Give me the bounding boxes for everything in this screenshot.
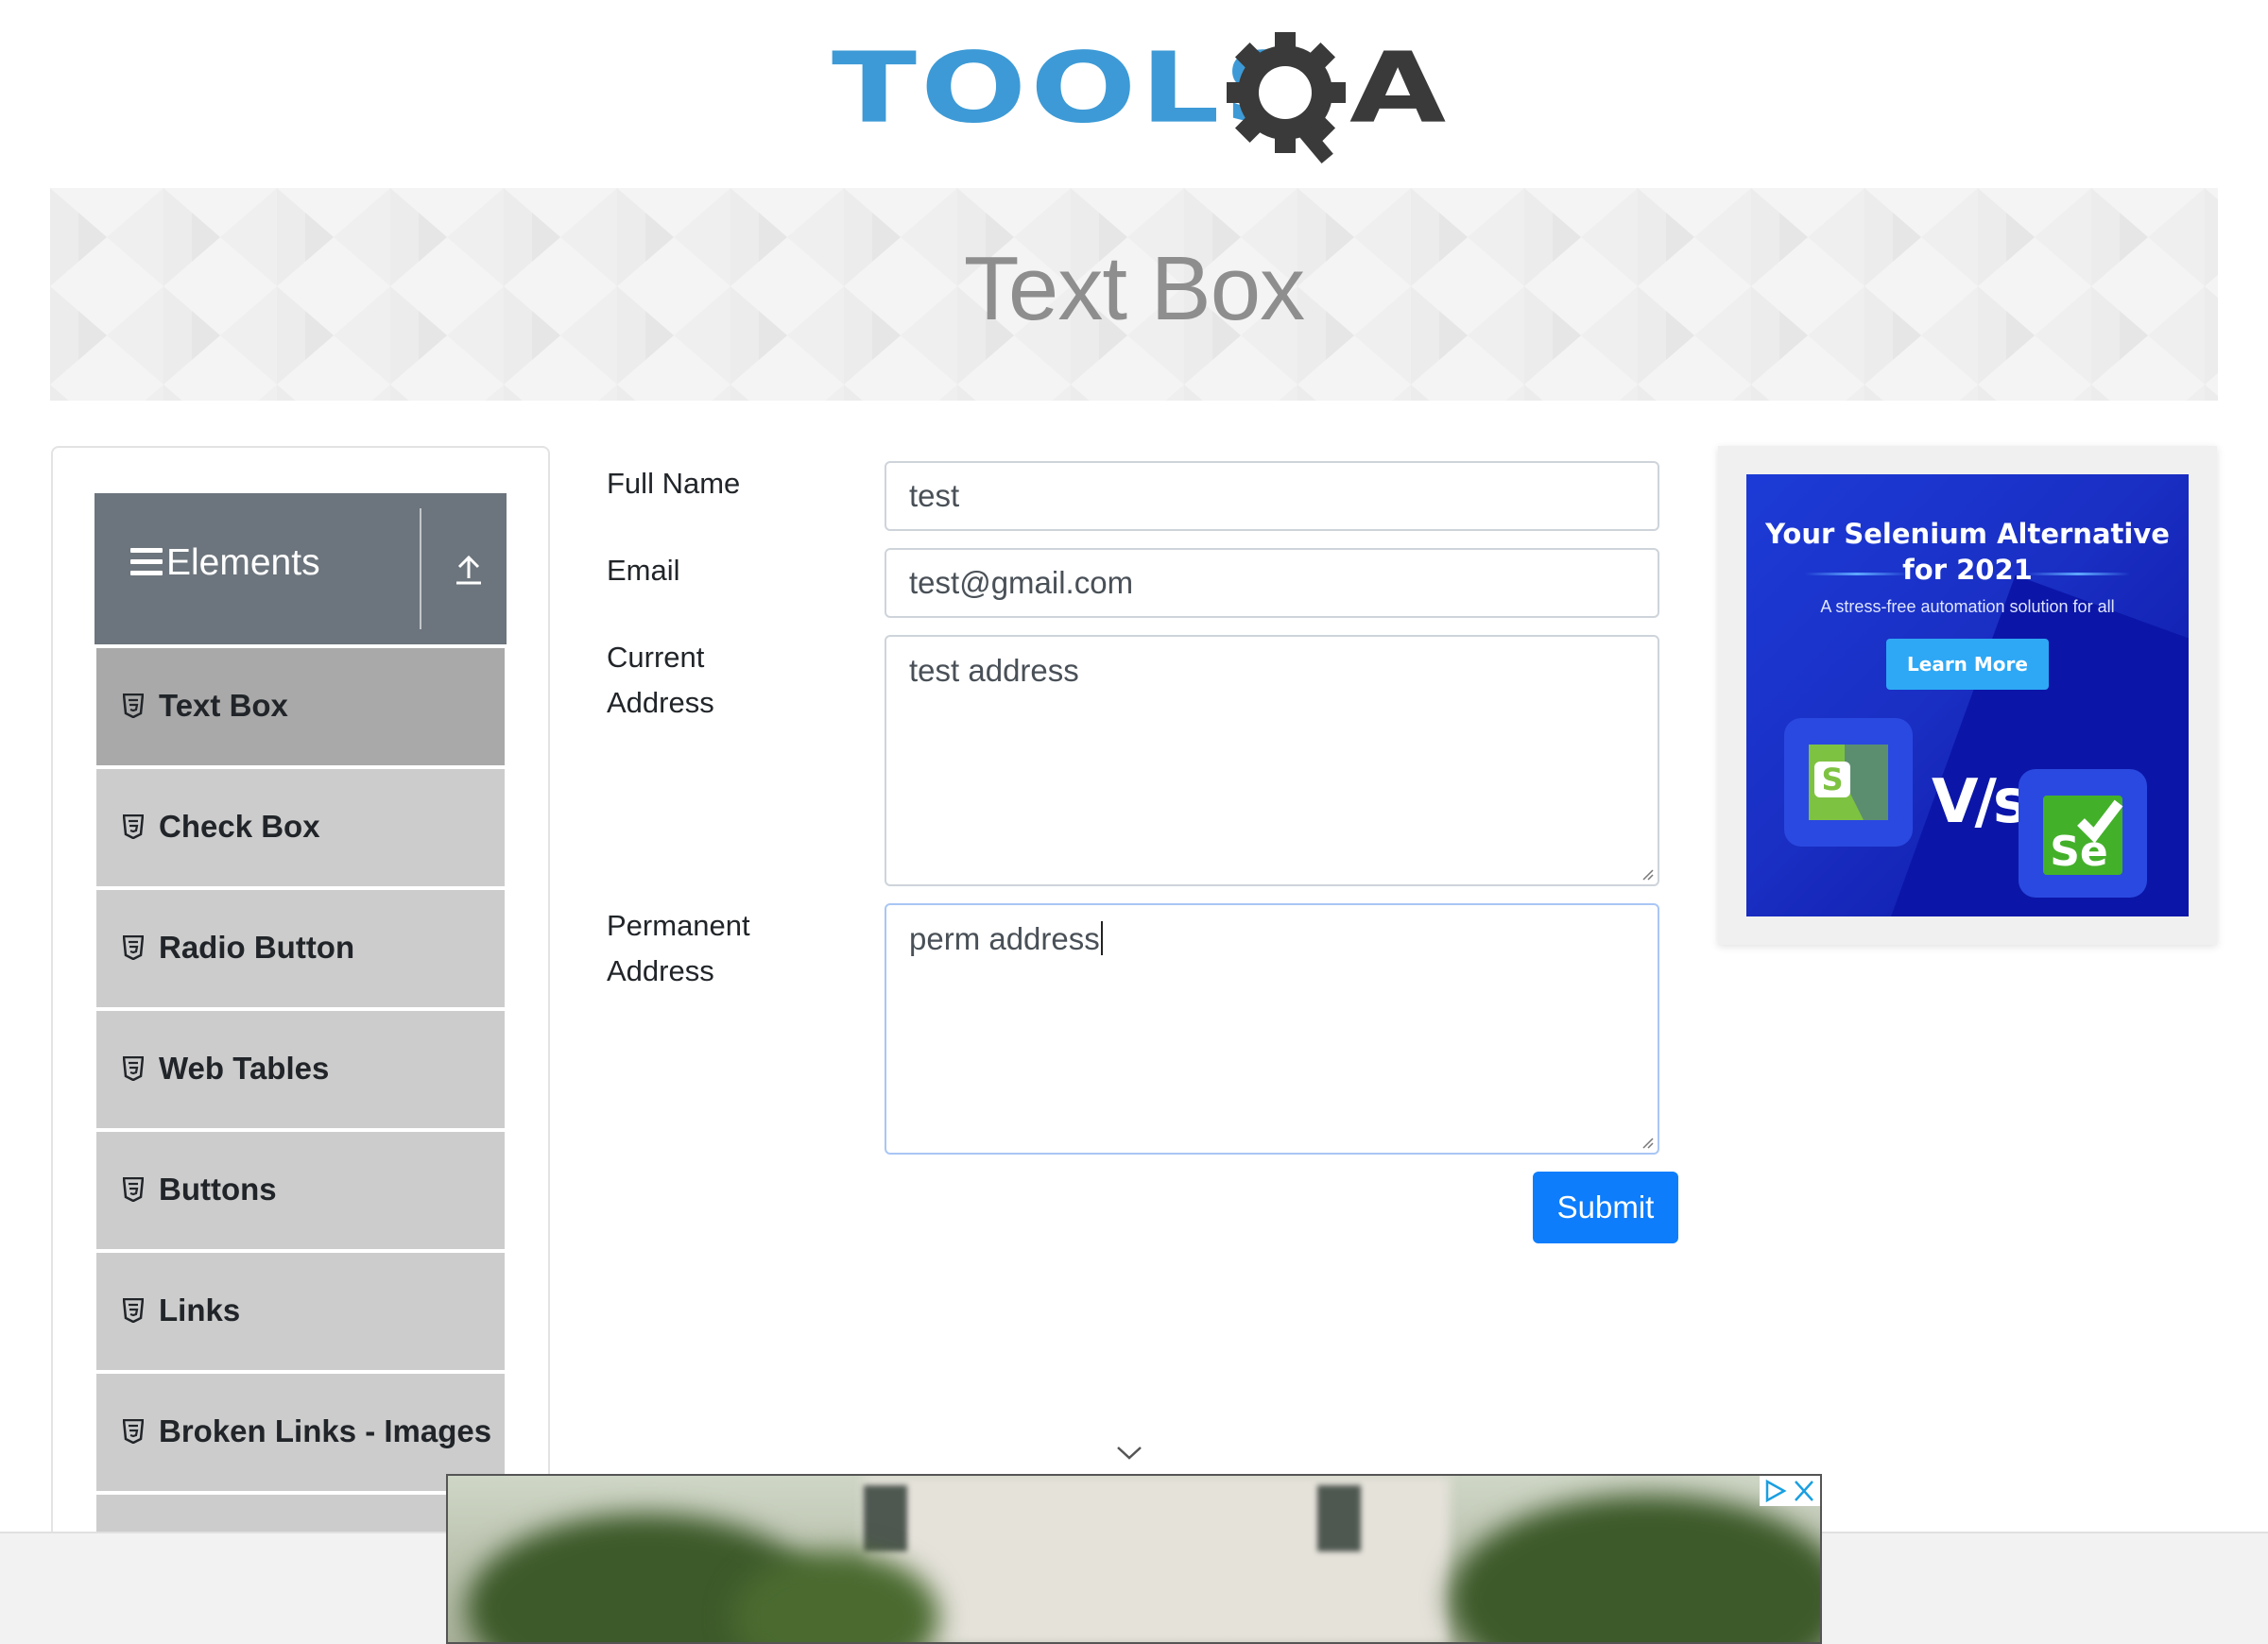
bottom-ad-banner[interactable] bbox=[446, 1474, 1822, 1644]
sidebar-item-web-tables[interactable]: Web Tables bbox=[96, 1011, 505, 1128]
html5-shield-icon bbox=[123, 694, 144, 718]
ad-logo-right-text: Se bbox=[2050, 828, 2108, 876]
ad-vs-text: V/s bbox=[1932, 767, 2029, 837]
html5-shield-icon bbox=[123, 1177, 144, 1202]
email-label: Email bbox=[607, 554, 680, 587]
resize-grip-icon[interactable] bbox=[1639, 1134, 1654, 1149]
full-name-input[interactable]: test bbox=[885, 461, 1659, 531]
sidebar-item-label: Links bbox=[159, 1293, 241, 1327]
current-address-label-line2: Address bbox=[607, 686, 714, 719]
sidebar-item-label: Radio Button bbox=[159, 930, 355, 965]
current-address-textarea[interactable]: test address bbox=[885, 635, 1659, 886]
permanent-address-label-line1: Permanent bbox=[607, 909, 750, 942]
sidebar-item-broken-links-images[interactable]: Broken Links - Images bbox=[96, 1374, 505, 1491]
ad-choices[interactable] bbox=[1760, 1476, 1820, 1506]
chevron-down-icon[interactable] bbox=[1115, 1444, 1143, 1463]
group-divider bbox=[420, 508, 421, 629]
katalon-icon: S bbox=[1809, 745, 1888, 820]
page-title: Text Box bbox=[963, 238, 1305, 339]
sidebar-item-check-box[interactable]: Check Box bbox=[96, 769, 505, 886]
selenium-logo: Se bbox=[2019, 769, 2147, 898]
logo-text-a: A bbox=[1349, 31, 1447, 146]
submit-button[interactable]: Submit bbox=[1533, 1172, 1678, 1243]
permanent-address-label-line2: Address bbox=[607, 954, 714, 987]
text-caret bbox=[1100, 921, 1103, 955]
sidebar-item-label: Check Box bbox=[159, 809, 320, 844]
sidebar-group-title: Elements bbox=[166, 542, 320, 583]
html5-shield-icon bbox=[123, 814, 144, 839]
toolsqa-logo[interactable]: TOOLS A bbox=[832, 28, 1446, 170]
sidebar-item-buttons[interactable]: Buttons bbox=[96, 1132, 505, 1249]
sidebar-item-label: Buttons bbox=[159, 1172, 277, 1207]
html5-shield-icon bbox=[123, 1298, 144, 1323]
ad-subtext: A stress-free automation solution for al… bbox=[1820, 597, 2115, 616]
selenium-icon: Se bbox=[2043, 796, 2123, 876]
ad-headline-line1: Your Selenium Alternative bbox=[1765, 518, 2170, 550]
sidebar-item-label: Broken Links - Images bbox=[159, 1413, 492, 1448]
sidebar-item-label: Web Tables bbox=[159, 1051, 330, 1086]
side-ad[interactable]: Your Selenium Alternative for 2021 A str… bbox=[1746, 474, 2189, 916]
permanent-address-textarea[interactable]: perm address bbox=[885, 903, 1659, 1155]
sidebar-item-radio-button[interactable]: Radio Button bbox=[96, 890, 505, 1007]
current-address-value: test address bbox=[909, 653, 1079, 688]
html5-shield-icon bbox=[123, 1056, 144, 1081]
ad-headline: Your Selenium Alternative for 2021 bbox=[1746, 516, 2189, 588]
ad-image-plant bbox=[1450, 1495, 1820, 1642]
katalon-logo: S bbox=[1784, 718, 1913, 847]
side-ad-frame: Your Selenium Alternative for 2021 A str… bbox=[1718, 446, 2217, 945]
sidebar-item-links[interactable]: Links bbox=[96, 1253, 505, 1370]
current-address-label-line1: Current bbox=[607, 641, 705, 674]
sidebar: Elements Text Box Check Box Radio Button bbox=[51, 446, 550, 1644]
email-input[interactable]: test@gmail.com bbox=[885, 548, 1659, 618]
html5-shield-icon bbox=[123, 935, 144, 960]
permanent-address-value: perm address bbox=[909, 921, 1100, 956]
upload-arrow-icon[interactable] bbox=[455, 554, 483, 586]
resize-grip-icon[interactable] bbox=[1639, 865, 1654, 881]
ad-logo-left-text: S bbox=[1821, 762, 1843, 797]
full-name-label: Full Name bbox=[607, 467, 741, 500]
learn-more-button[interactable]: Learn More bbox=[1886, 639, 2049, 690]
html5-shield-icon bbox=[123, 1419, 144, 1444]
ad-image-house bbox=[864, 1476, 1450, 1642]
ad-decor-line bbox=[1805, 573, 1909, 575]
ad-image-window bbox=[1317, 1485, 1361, 1551]
page-banner: Text Box bbox=[50, 188, 2218, 401]
ad-decor-line bbox=[2026, 573, 2130, 575]
sidebar-group-elements[interactable]: Elements bbox=[94, 493, 507, 644]
sidebar-item-text-box[interactable]: Text Box bbox=[96, 648, 505, 765]
gear-magnifier-icon bbox=[1227, 32, 1346, 164]
hamburger-icon bbox=[130, 548, 163, 576]
ad-image-window bbox=[864, 1485, 907, 1551]
ad-choices-icon[interactable] bbox=[1760, 1476, 1820, 1506]
sidebar-item-label: Text Box bbox=[159, 688, 288, 723]
ad-headline-line2: for 2021 bbox=[1902, 554, 2033, 586]
